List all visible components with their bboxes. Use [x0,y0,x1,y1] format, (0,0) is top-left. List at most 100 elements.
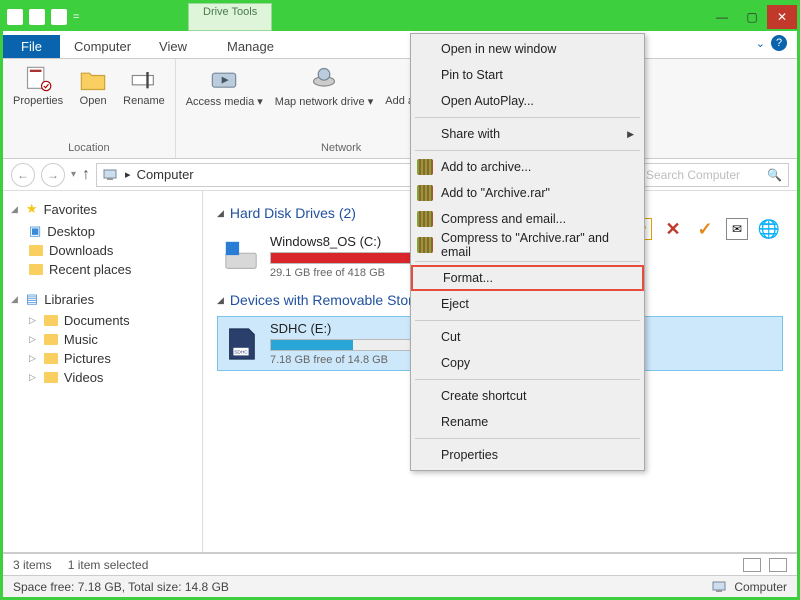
drive-sd-bar [270,339,430,351]
nav-favorites[interactable]: ◢★ Favorites [11,201,194,217]
ctx-eject[interactable]: Eject [411,291,644,317]
nav-desktop[interactable]: ▣ Desktop [11,221,194,241]
qat-icon-1[interactable] [29,9,45,25]
ribbon: Properties Open Rename Location Access m… [3,59,797,159]
search-icon: 🔍 [767,168,782,182]
folder-icon [44,315,58,326]
chevron-down-icon[interactable]: ⌄ [756,37,765,50]
status-items: 3 items [13,558,52,572]
ctx-compress-email[interactable]: Compress and email... [411,206,644,232]
ctx-create-shortcut[interactable]: Create shortcut [411,383,644,409]
nav-label: Music [64,332,98,347]
view-list-button[interactable] [769,558,787,572]
breadcrumb-computer[interactable]: Computer [137,167,194,182]
ribbon-group-location: Location [7,142,171,156]
status-bar: 3 items 1 item selected [3,553,797,575]
tab-computer[interactable]: Computer [60,35,145,58]
drive-sub: 7.18 GB free of 14.8 GB [270,354,430,366]
address-row: ← → ▾ ↑ ▸ Computer Search Computer 🔍 [3,159,797,191]
svg-text:SDHC: SDHC [234,349,248,355]
search-input[interactable]: Search Computer 🔍 [639,163,789,187]
close-button[interactable]: ✕ [767,5,797,29]
maximize-button[interactable]: ▢ [737,5,767,29]
globe-icon[interactable]: 🌐 [758,218,780,240]
nav-label: Favorites [44,202,97,217]
ctx-format[interactable]: Format... [411,265,644,291]
contextual-tab-drive-tools: Drive Tools [188,3,272,31]
ctx-rename[interactable]: Rename [411,409,644,435]
drive-c-icon [222,238,260,276]
ribbon-map-drive[interactable]: Map network drive ▾ [269,61,379,142]
tab-view[interactable]: View [145,35,201,58]
ctx-compress-rar-email[interactable]: Compress to "Archive.rar" and email [411,232,644,258]
winrar-icon [417,159,433,175]
check-icon[interactable]: ✓ [694,218,716,240]
nav-label: Desktop [47,224,95,239]
search-placeholder: Search Computer [646,168,740,182]
help-icon[interactable]: ? [771,35,787,51]
ctx-cut[interactable]: Cut [411,324,644,350]
map-drive-icon [310,65,338,93]
tab-manage[interactable]: Manage [213,35,288,58]
app-icon [7,9,23,25]
ctx-open-new-window[interactable]: Open in new window [411,36,644,62]
ribbon-label: Map network drive ▾ [275,95,373,108]
nav-recent[interactable]: Recent places [11,260,194,279]
submenu-arrow-icon: ▶ [627,129,634,140]
ribbon-label: Rename [123,95,165,107]
ctx-add-archive[interactable]: Add to archive... [411,154,644,180]
nav-videos[interactable]: ▷Videos [11,368,194,387]
details-pane: Space free: 7.18 GB, Total size: 14.8 GB… [3,575,797,597]
nav-documents[interactable]: ▷Documents [11,311,194,330]
folder-icon [44,353,58,364]
nav-label: Downloads [49,243,113,258]
ribbon-label: Properties [13,95,63,107]
rename-icon [130,65,158,93]
minimize-button[interactable]: — [707,5,737,29]
ctx-pin-start[interactable]: Pin to Start [411,62,644,88]
mail-icon[interactable]: ✉ [726,218,748,240]
ribbon-properties[interactable]: Properties [7,61,69,142]
drive-c-bar [270,252,430,264]
sd-card-icon: SDHC [222,325,260,363]
navigation-pane: ◢★ Favorites ▣ Desktop Downloads Recent p… [3,191,203,552]
recent-dropdown[interactable]: ▾ [71,169,76,180]
ribbon-access-media[interactable]: Access media ▾ [180,61,269,142]
status-selected: 1 item selected [68,558,149,572]
winrar-icon [417,237,433,253]
drive-name: Windows8_OS (C:) [270,234,430,249]
ctx-share-with[interactable]: Share with▶ [411,121,644,147]
ribbon-rename[interactable]: Rename [117,61,171,142]
computer-icon [103,167,119,183]
libraries-icon: ▤ [26,291,38,307]
tab-file[interactable]: File [3,35,60,58]
computer-icon [712,579,728,595]
qat-icon-2[interactable] [51,9,67,25]
properties-icon [24,65,52,93]
forward-button[interactable]: → [41,163,65,187]
drive-sub: 29.1 GB free of 418 GB [270,267,430,279]
view-details-button[interactable] [743,558,761,572]
ctx-copy[interactable]: Copy [411,350,644,376]
ribbon-open[interactable]: Open [69,61,117,142]
nav-pictures[interactable]: ▷Pictures [11,349,194,368]
star-icon: ★ [26,201,38,217]
nav-label: Libraries [44,292,94,307]
ctx-properties[interactable]: Properties [411,442,644,468]
nav-label: Recent places [49,262,131,277]
ctx-add-rar[interactable]: Add to "Archive.rar" [411,180,644,206]
folder-icon [29,245,43,256]
ribbon-tabs: File Computer View Manage ⌄ ? [3,31,797,59]
desktop-icon: ▣ [29,223,41,239]
up-button[interactable]: ↑ [82,166,90,184]
ribbon-label: Access media ▾ [186,95,263,108]
back-button[interactable]: ← [11,163,35,187]
winrar-icon [417,211,433,227]
nav-label: Documents [64,313,130,328]
nav-libraries[interactable]: ◢▤ Libraries [11,291,194,307]
delete-x-icon[interactable]: ✕ [662,218,684,240]
nav-music[interactable]: ▷Music [11,330,194,349]
nav-downloads[interactable]: Downloads [11,241,194,260]
ctx-autoplay[interactable]: Open AutoPlay... [411,88,644,114]
ribbon-label: Open [80,95,107,107]
